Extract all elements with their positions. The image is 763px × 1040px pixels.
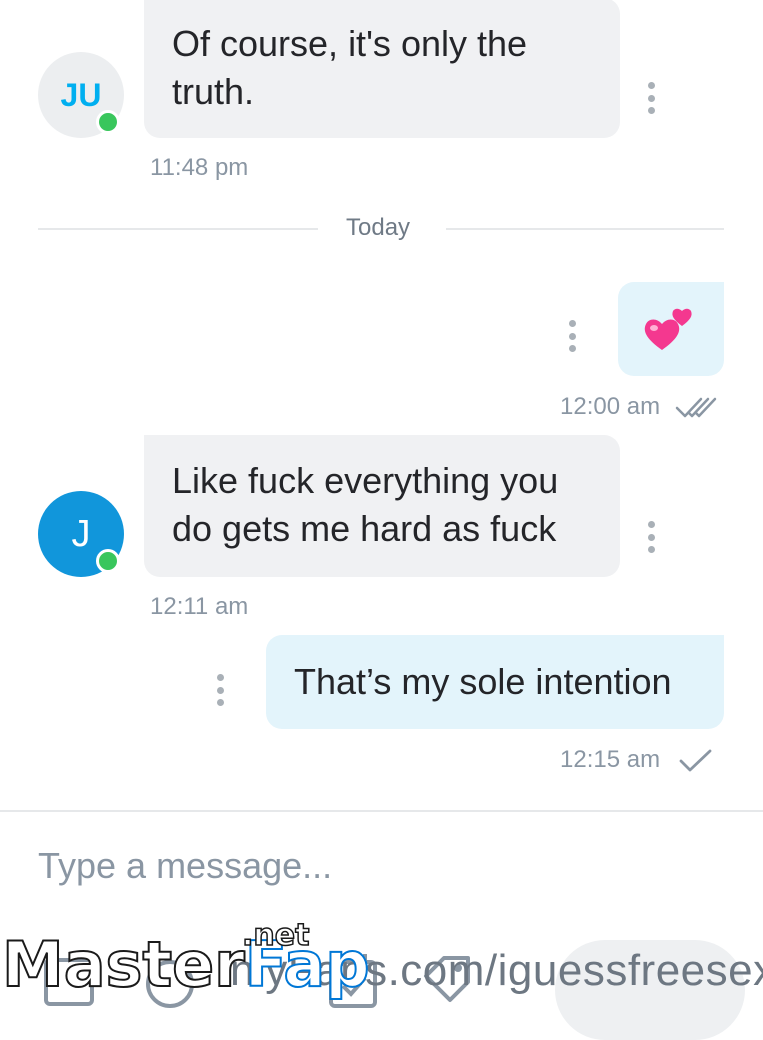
message-options-icon[interactable] (214, 674, 226, 706)
message-text-line: Like fuck everything you (172, 460, 559, 501)
online-status-dot (96, 549, 120, 573)
message-timestamp: 12:15 am (560, 746, 661, 773)
message-text-line: Of course, it's only the (172, 23, 528, 64)
online-status-dot (96, 110, 120, 134)
watermark-logo-part: Master (1, 928, 246, 1001)
incoming-message-bubble[interactable]: Of course, it's only the truth. (144, 0, 620, 138)
message-input[interactable] (38, 838, 718, 894)
single-check-sent-icon (679, 749, 712, 772)
divider-line (446, 228, 724, 230)
outgoing-message-bubble[interactable]: 💕 (618, 282, 724, 376)
avatar-initials: J (71, 512, 91, 555)
watermark-logo: MasterFap (1, 928, 371, 1001)
outgoing-message-bubble[interactable]: That’s my sole intention (266, 635, 724, 729)
avatar[interactable]: J (38, 491, 124, 577)
composer-divider (0, 810, 763, 812)
avatar-initials: JU (60, 76, 102, 113)
message-timestamp: 12:00 am (560, 393, 661, 420)
watermark-logo-suffix: .net (241, 917, 310, 954)
message-options-icon[interactable] (645, 82, 657, 114)
divider-line (38, 228, 318, 230)
message-options-icon[interactable] (566, 320, 578, 352)
message-text-line: do gets me hard as fuck (172, 508, 557, 549)
two-hearts-icon (644, 308, 692, 350)
message-timestamp: 12:11 am (150, 593, 249, 620)
incoming-message-bubble[interactable]: Like fuck everything you do gets me hard… (144, 435, 620, 577)
message-text-line: That’s my sole intention (294, 661, 672, 702)
message-timestamp: 11:48 pm (150, 154, 249, 181)
message-text-line: truth. (172, 71, 255, 112)
double-check-read-icon (675, 397, 717, 418)
date-divider-label: Today (346, 214, 411, 241)
avatar[interactable]: JU (38, 52, 124, 138)
message-options-icon[interactable] (645, 521, 657, 553)
